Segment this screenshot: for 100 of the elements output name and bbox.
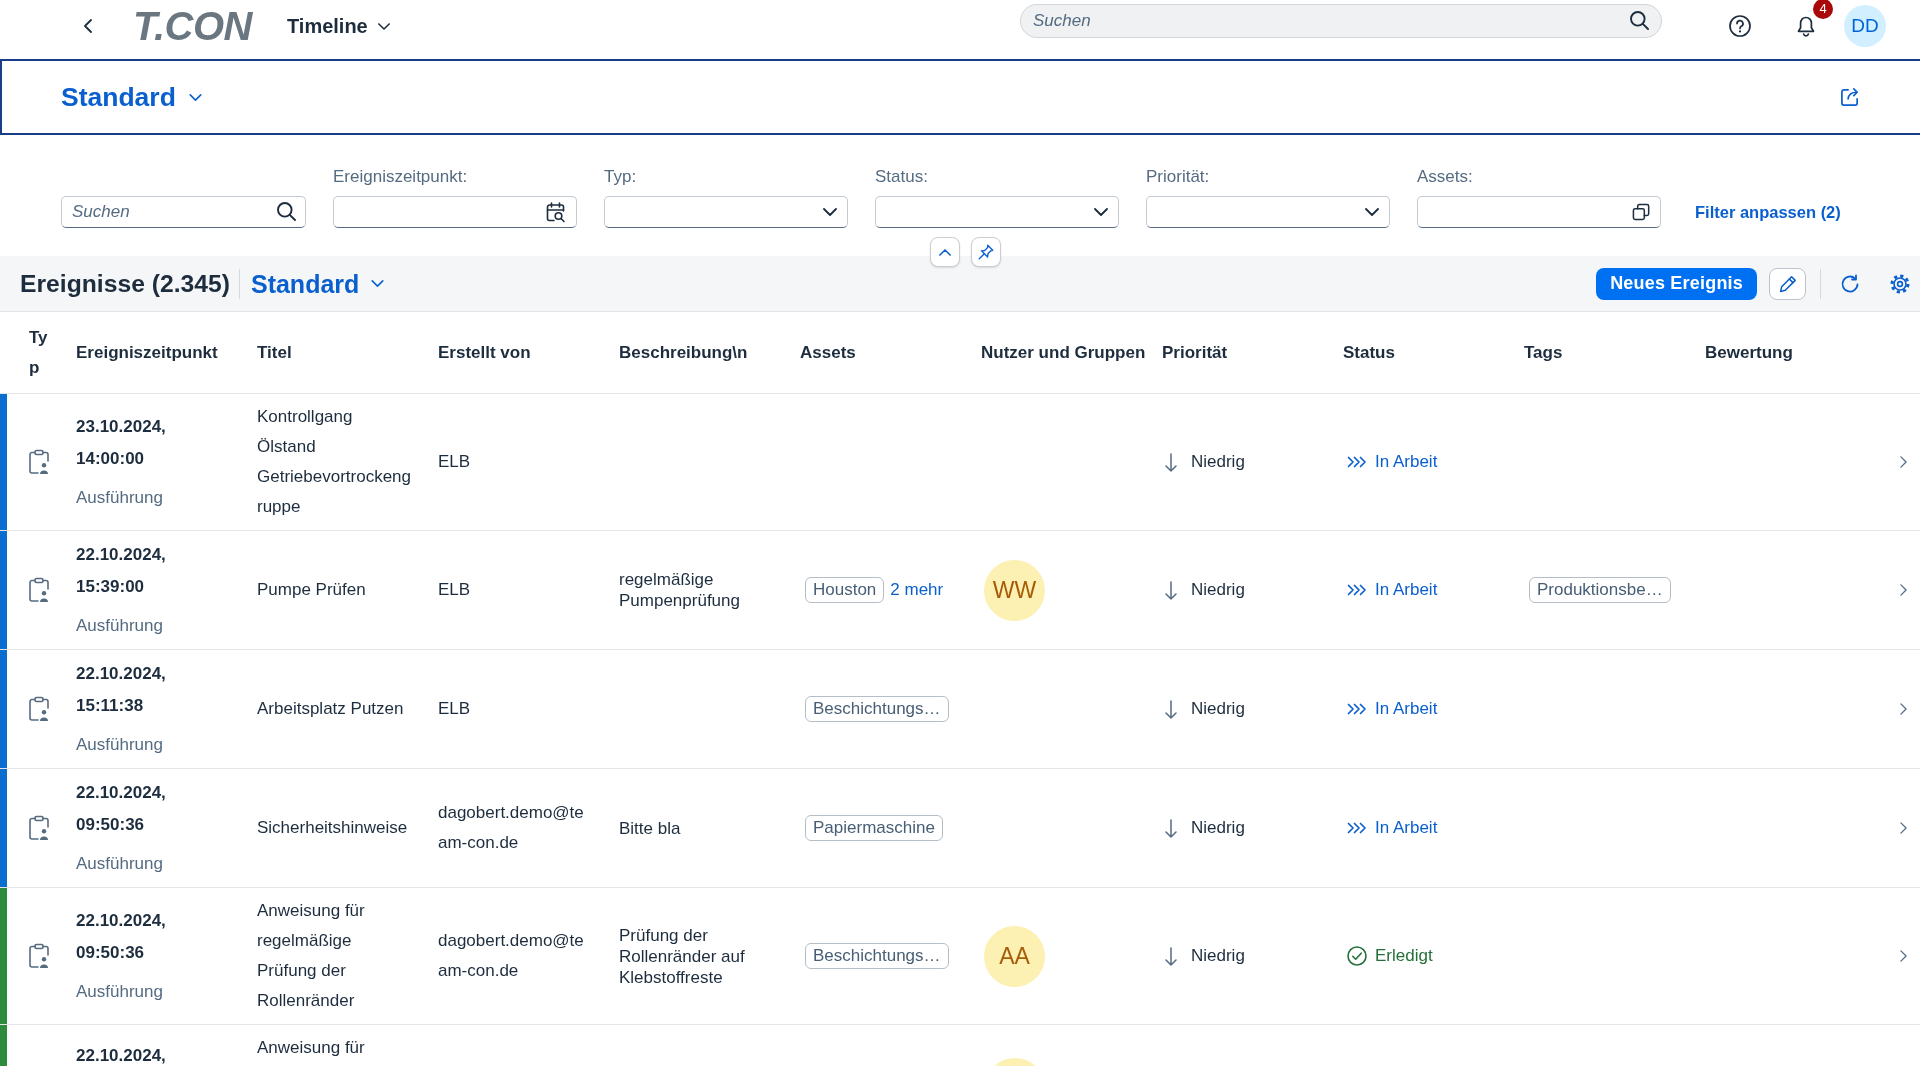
creator: dagobert.demo@team-con.de (438, 930, 585, 982)
triple-chevron-icon (1347, 584, 1367, 596)
clipboard-person-icon (28, 815, 50, 841)
search-field[interactable]: Suchen (1020, 4, 1662, 38)
event-title: Kontrollgang Ölstand Getriebevortrockengruppe (257, 406, 413, 518)
share-button[interactable] (1840, 87, 1860, 107)
chevron-left-icon (84, 19, 92, 33)
event-date: 22.10.2024, (76, 782, 166, 804)
column-header[interactable]: Assets (800, 337, 856, 368)
priority-label: Niedrig (1191, 452, 1245, 472)
table-title: Ereignisse (2.345) (20, 269, 230, 298)
filter-label: Status: (875, 166, 929, 188)
triple-chevron-icon (1347, 456, 1367, 468)
event-title: Anweisung für regelmäßige Prüfung der Rollenränder (257, 900, 366, 1012)
asset-tag[interactable]: Beschichtungs… (805, 943, 949, 969)
event-date: 22.10.2024, (76, 1045, 166, 1066)
dropdown-field[interactable] (1146, 196, 1390, 228)
bell-icon (1797, 15, 1815, 37)
filter-label: Assets: (1417, 166, 1474, 188)
help-button[interactable] (1729, 15, 1751, 37)
chevron-right-icon[interactable] (1899, 584, 1907, 596)
column-header[interactable]: Bewertung (1705, 337, 1793, 368)
user-avatar: AA (984, 925, 1045, 987)
app-title-dropdown[interactable]: Timeline (286, 13, 390, 39)
status-label: In Arbeit (1375, 452, 1438, 472)
column-header[interactable]: Priorität (1162, 337, 1228, 368)
asset-tag[interactable]: Houston (805, 577, 885, 603)
variant-selector[interactable]: Standard (250, 268, 385, 299)
event-title: Anweisung für (257, 1037, 366, 1059)
event-title: Pumpe Prüfen (257, 579, 367, 601)
event-type: Ausführung (76, 981, 163, 1003)
calendar-search-icon (546, 201, 566, 223)
help-icon (1729, 15, 1751, 37)
tag[interactable]: Produktionsbe… (1529, 577, 1671, 603)
event-title: Arbeitsplatz Putzen (257, 698, 405, 720)
event-date: 23.10.2024, (76, 416, 166, 438)
column-header[interactable]: Titel (257, 337, 292, 368)
search-icon (1630, 11, 1649, 30)
notification-badge: 4 (1813, 0, 1833, 19)
priority-label: Niedrig (1191, 946, 1245, 966)
column-header[interactable]: Status (1343, 337, 1395, 368)
date-field[interactable] (333, 196, 577, 228)
pencil-icon (1778, 274, 1797, 293)
triple-chevron-icon (1347, 822, 1367, 834)
column-header[interactable]: Erstellt von (438, 337, 531, 368)
chevron-right-icon[interactable] (1899, 456, 1907, 468)
creator: ELB (438, 698, 472, 720)
event-type: Ausführung (76, 487, 163, 509)
arrow-down-icon (1165, 452, 1177, 472)
collapse-button[interactable] (930, 237, 960, 267)
column-header[interactable]: Ereigniszeitpunkt (76, 337, 218, 368)
user-avatar[interactable]: DD (1844, 5, 1886, 47)
asset-tag[interactable]: Papiermaschine (805, 815, 943, 841)
chevron-up-icon (939, 248, 951, 256)
value-help-field[interactable] (1417, 196, 1661, 228)
column-header[interactable]: Beschreibung\n (619, 337, 748, 368)
filter-label: Ereigniszeitpunkt: (333, 166, 469, 188)
event-type: Ausführung (76, 853, 163, 875)
logo: T.CON (133, 4, 252, 48)
user-avatar: WW (984, 559, 1045, 621)
event-time: 09:50:36 (76, 942, 145, 964)
column-header[interactable]: Tags (1524, 337, 1563, 368)
event-date: 22.10.2024, (76, 910, 166, 932)
chevron-down-icon (1365, 208, 1379, 216)
event-time: 15:39:00 (76, 576, 145, 598)
clipboard-person-icon (28, 577, 50, 603)
event-type: Ausführung (76, 615, 163, 637)
priority-label: Niedrig (1191, 580, 1245, 600)
variant-selector[interactable]: Standard (61, 81, 202, 113)
clipboard-person-icon (28, 449, 50, 475)
chevron-right-icon[interactable] (1899, 703, 1907, 715)
create-button[interactable]: Neues Ereignis (1596, 267, 1757, 300)
creator: ELB (438, 451, 472, 473)
dropdown-field[interactable] (875, 196, 1119, 228)
search-icon (277, 202, 296, 221)
arrow-down-icon (1165, 699, 1177, 719)
priority-label: Niedrig (1191, 818, 1245, 838)
chevron-down-icon (371, 280, 385, 287)
event-date: 22.10.2024, (76, 663, 166, 685)
status-label: Erledigt (1375, 946, 1433, 966)
arrow-down-icon (1165, 818, 1177, 838)
description: Prüfung der Rollenränder auf Klebstoffreste (619, 924, 746, 988)
asset-tag[interactable]: Beschichtungs… (805, 696, 949, 722)
chevron-down-icon (188, 93, 202, 101)
more-link[interactable]: 2 mehr (890, 580, 944, 600)
clipboard-person-icon (28, 696, 50, 722)
adapt-filters-link[interactable]: Filter anpassen (2) (1695, 196, 1841, 228)
column-header[interactable]: Nutzer und Gruppen (981, 337, 1146, 368)
search-field[interactable]: Suchen (61, 196, 306, 228)
pin-button[interactable] (971, 237, 1001, 267)
chevron-right-icon[interactable] (1899, 822, 1907, 834)
dropdown-field[interactable] (604, 196, 848, 228)
share-icon (1840, 87, 1860, 107)
overlapping-squares-icon (1632, 203, 1650, 221)
description: regelmäßige Pumpenprüfung (619, 569, 741, 611)
notifications-button[interactable] (1797, 15, 1815, 37)
edit-button[interactable] (1769, 267, 1806, 300)
chevron-right-icon[interactable] (1899, 950, 1907, 962)
event-type: Ausführung (76, 734, 163, 756)
column-header[interactable]: Typ (29, 322, 53, 383)
